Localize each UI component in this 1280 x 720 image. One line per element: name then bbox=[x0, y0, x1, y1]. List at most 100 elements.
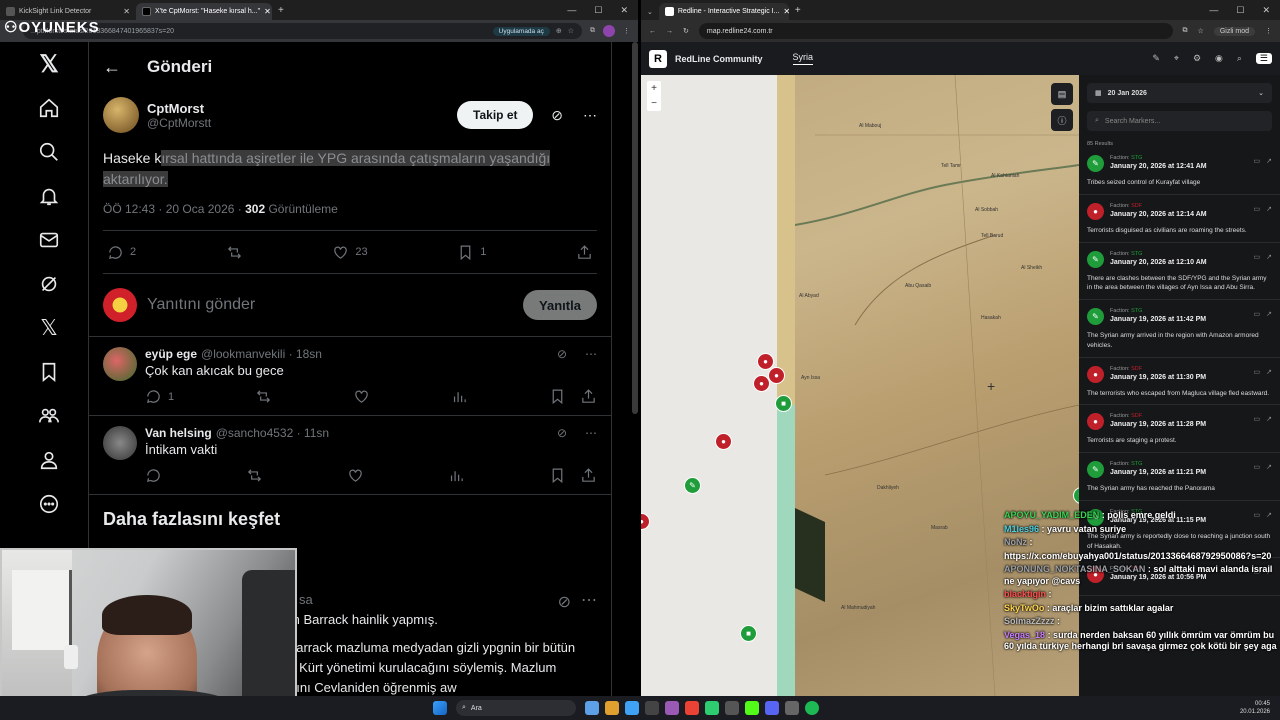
x-logo-icon[interactable]: 𝕏 bbox=[24, 42, 74, 86]
video-icon[interactable]: ▭ bbox=[1254, 205, 1261, 213]
video-icon[interactable]: ▭ bbox=[1254, 415, 1261, 423]
chat-username[interactable]: APONUNG_NOKTASINA_SOKAN bbox=[1004, 564, 1145, 574]
back-arrow-icon[interactable]: ← bbox=[103, 57, 121, 78]
tab-x-post[interactable]: X'te CptMorst: "Haseke kırsal h..." ✕ bbox=[136, 3, 272, 20]
repost-button[interactable] bbox=[226, 244, 243, 261]
map-marker-stg[interactable]: ■ bbox=[775, 395, 792, 412]
reload-icon[interactable]: ↻ bbox=[683, 27, 689, 35]
reply-submit-button[interactable]: Yanıtla bbox=[523, 290, 597, 320]
scrollbar[interactable] bbox=[632, 42, 638, 414]
app-icon[interactable] bbox=[705, 701, 719, 715]
follow-button[interactable]: Takip et bbox=[457, 101, 534, 129]
chat-username[interactable]: blacktigin bbox=[1004, 589, 1046, 599]
event-card[interactable]: ✎ Faction: STG January 19, 2026 at 11:42 P… bbox=[1079, 300, 1280, 358]
video-icon[interactable]: ▭ bbox=[1254, 157, 1261, 165]
home-icon[interactable] bbox=[24, 86, 74, 130]
avatar[interactable] bbox=[103, 426, 137, 460]
share-icon[interactable] bbox=[580, 388, 597, 405]
mail-icon[interactable] bbox=[24, 218, 74, 262]
tab-search-icon[interactable]: ⌄ bbox=[641, 8, 659, 20]
extensions-icon[interactable]: ⧉ bbox=[590, 27, 595, 35]
chat-username[interactable]: M1les96 bbox=[1004, 524, 1039, 534]
pen-icon[interactable]: ✎ bbox=[1152, 53, 1160, 64]
reply-author[interactable]: Van helsing bbox=[145, 426, 212, 440]
video-icon[interactable]: ▭ bbox=[1254, 463, 1261, 471]
kick-icon[interactable] bbox=[745, 701, 759, 715]
back-icon[interactable]: ← bbox=[649, 28, 656, 35]
reply-item[interactable]: Van helsing @sancho4532 · 11sn ⊘ ⋯ İntik… bbox=[89, 416, 611, 494]
map-layers-button[interactable]: ▤ bbox=[1051, 83, 1073, 105]
more-icon[interactable]: ⋯ bbox=[583, 107, 597, 124]
maximize-icon[interactable]: ☐ bbox=[1236, 5, 1244, 16]
bookmark-icon[interactable] bbox=[549, 388, 566, 405]
app-icon[interactable] bbox=[665, 701, 679, 715]
url-field[interactable]: ...ptMorstt/status/2013366847401965837s=… bbox=[23, 23, 582, 39]
external-link-icon[interactable]: ↗ bbox=[1266, 463, 1272, 471]
chat-username[interactable]: APOYU_YADIM_EDEN bbox=[1004, 510, 1099, 520]
reply-button[interactable]: 1 bbox=[145, 388, 174, 405]
x-premium-icon[interactable]: 𝕏 bbox=[24, 306, 74, 350]
views-button[interactable] bbox=[451, 388, 468, 405]
bell-icon[interactable] bbox=[24, 174, 74, 218]
profile-icon[interactable] bbox=[603, 25, 615, 37]
close-window-icon[interactable]: ✕ bbox=[620, 5, 628, 16]
close-window-icon[interactable]: ✕ bbox=[1262, 5, 1270, 16]
video-icon[interactable]: ▭ bbox=[1254, 310, 1261, 318]
chrome-icon[interactable] bbox=[685, 701, 699, 715]
avatar[interactable] bbox=[103, 347, 137, 381]
discord-icon[interactable] bbox=[765, 701, 779, 715]
map-marker-sdf[interactable]: ● bbox=[768, 367, 785, 384]
external-link-icon[interactable]: ↗ bbox=[1266, 415, 1272, 423]
grok-icon[interactable]: ⊘ bbox=[558, 592, 571, 612]
map-marker-stg[interactable]: ✎ bbox=[684, 477, 701, 494]
like-button[interactable] bbox=[353, 388, 370, 405]
event-card[interactable]: ✎ Faction: STG January 20, 2026 at 12:10 A… bbox=[1079, 243, 1280, 300]
new-tab-icon[interactable]: + bbox=[789, 5, 807, 20]
chat-username[interactable]: NoNz bbox=[1004, 537, 1027, 547]
search-icon[interactable] bbox=[24, 130, 74, 174]
menu-icon[interactable]: ⋮ bbox=[623, 27, 630, 35]
event-card[interactable]: ● Faction: SDF January 19, 2026 at 11:28 P… bbox=[1079, 405, 1280, 453]
minimize-icon[interactable]: — bbox=[1209, 5, 1218, 16]
settings-icon[interactable]: ⚙ bbox=[1193, 53, 1201, 64]
zoom-in-button[interactable]: + bbox=[647, 81, 661, 96]
edge-icon[interactable] bbox=[625, 701, 639, 715]
grok-icon[interactable]: ⊘ bbox=[557, 426, 567, 440]
extensions-icon[interactable]: ⧉ bbox=[1183, 27, 1188, 35]
chat-username[interactable]: SkyTwOo bbox=[1004, 603, 1044, 613]
more-icon[interactable]: ⋯ bbox=[585, 347, 597, 361]
external-link-icon[interactable]: ↗ bbox=[1266, 368, 1272, 376]
communities-icon[interactable] bbox=[24, 394, 74, 438]
event-card[interactable]: ● Faction: SDF January 20, 2026 at 12:14 A… bbox=[1079, 195, 1280, 243]
share-icon[interactable] bbox=[580, 467, 597, 484]
minimize-icon[interactable]: — bbox=[567, 5, 576, 16]
spotify-icon[interactable] bbox=[805, 701, 819, 715]
taskbar-search[interactable]: ⌕ Ara bbox=[456, 700, 576, 716]
like-button[interactable]: 23 bbox=[332, 244, 368, 261]
marker-search-input[interactable]: ⌕ Search Markers... bbox=[1087, 111, 1272, 131]
bookmark-button[interactable]: 1 bbox=[457, 244, 486, 261]
system-clock[interactable]: 00:45 20.01.2026 bbox=[1240, 700, 1270, 716]
event-card[interactable]: ✎ Faction: STG January 19, 2026 at 11:21 P… bbox=[1079, 453, 1280, 501]
grok-icon[interactable]: ⊘ bbox=[557, 347, 567, 361]
views-button[interactable] bbox=[448, 467, 465, 484]
star-icon[interactable]: ☆ bbox=[1198, 27, 1204, 35]
chat-username[interactable]: SolmazZzzz bbox=[1004, 616, 1055, 626]
close-icon[interactable]: ✕ bbox=[783, 7, 788, 16]
explorer-icon[interactable] bbox=[605, 701, 619, 715]
map-marker-stg[interactable]: ■ bbox=[740, 625, 757, 642]
video-icon[interactable]: ▭ bbox=[1254, 253, 1261, 261]
tab-redline[interactable]: Redline - Interactive Strategic I... ✕ bbox=[658, 3, 789, 20]
windows-start-icon[interactable] bbox=[433, 701, 447, 715]
pin-icon[interactable]: ⌖ bbox=[1174, 53, 1179, 64]
external-link-icon[interactable]: ↗ bbox=[1266, 310, 1272, 318]
new-tab-icon[interactable]: + bbox=[272, 5, 290, 20]
reply-input[interactable]: Yanıtını gönder bbox=[147, 296, 513, 314]
search-icon[interactable]: ⌕ bbox=[1237, 53, 1242, 64]
region-tab[interactable]: Syria bbox=[792, 52, 814, 65]
external-link-icon[interactable]: ↗ bbox=[1266, 157, 1272, 165]
event-card[interactable]: ✎ Faction: STG January 20, 2026 at 12:41 A… bbox=[1079, 147, 1280, 195]
profile-icon[interactable] bbox=[24, 438, 74, 482]
share-button[interactable] bbox=[576, 244, 593, 261]
video-icon[interactable]: ▭ bbox=[1254, 368, 1261, 376]
